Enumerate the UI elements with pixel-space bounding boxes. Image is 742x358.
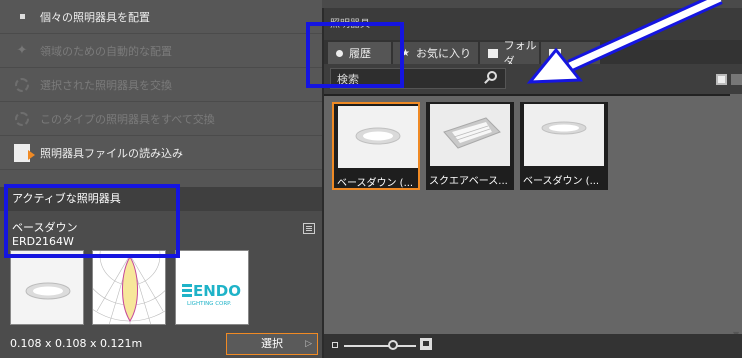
annotation-arrow [526, 0, 723, 84]
